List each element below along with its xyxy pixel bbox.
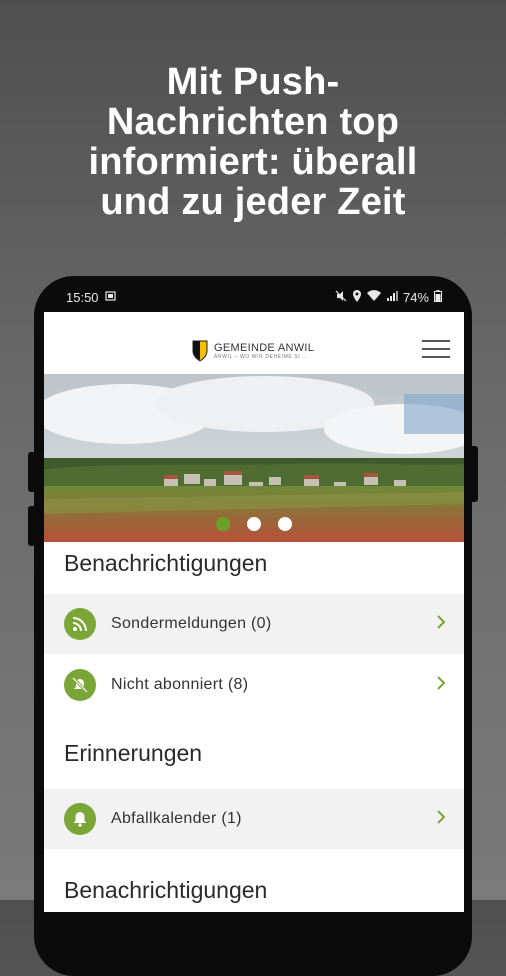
list-item-label: Abfallkalender (1) [111,810,242,827]
mute-icon [335,290,347,305]
status-bar: 15:50 74% [44,286,464,310]
wifi-icon [366,290,381,305]
list-item-label: Sondermeldungen (0) [111,615,272,632]
coat-of-arms-icon [192,340,208,362]
phone-side-button-right [470,446,478,502]
app-header: GEMEINDE ANWIL ANWIL – WO WIR DEHEIME SI… [44,312,464,374]
logo-name: GEMEINDE ANWIL [214,341,315,354]
carousel-dot-2[interactable] [247,517,261,531]
signal-icon [386,290,398,305]
location-icon [352,290,362,305]
headline-line-4: und zu jeder Zeit [100,181,406,223]
hamburger-menu-icon[interactable] [422,340,450,360]
list-item-sondermeldungen[interactable]: Sondermeldungen (0) [44,594,464,654]
municipality-logo[interactable]: GEMEINDE ANWIL ANWIL – WO WIR DEHEIME SI… [192,340,314,362]
headline-line-3: informiert: überall [88,141,418,183]
list-item-nicht-abonniert[interactable]: Nicht abonniert (8) [44,655,464,715]
section-title-notifications: Benachrichtigungen [64,550,268,576]
chevron-right-icon [436,809,446,830]
screenshot-notification-icon [104,290,117,305]
bell-off-icon [64,669,96,701]
carousel-dot-1[interactable] [216,517,230,531]
rss-icon [64,608,96,640]
logo-tagline: ANWIL – WO WIR DEHEIME SI … [214,353,308,360]
app-screen: GEMEINDE ANWIL ANWIL – WO WIR DEHEIME SI… [44,312,464,912]
section-title-reminders: Erinnerungen [64,740,203,766]
headline-line-2: Nachrichten top [106,101,400,143]
chevron-right-icon [436,675,446,696]
chevron-right-icon [436,614,446,635]
carousel-dot-3[interactable] [278,517,292,531]
headline-line-1: Mit Push- [166,61,340,103]
list-item-abfallkalender[interactable]: Abfallkalender (1) [44,789,464,849]
phone-side-button-left-2 [28,506,36,546]
promo-headline: Mit Push- Nachrichten top informiert: üb… [0,62,506,222]
phone-side-button-left-1 [28,452,36,492]
battery-icon [434,290,442,305]
status-time: 15:50 [66,290,99,305]
bell-icon [64,803,96,835]
list-item-label: Nicht abonniert (8) [111,676,249,693]
battery-percent: 74% [402,290,429,305]
carousel-dots [44,517,464,531]
